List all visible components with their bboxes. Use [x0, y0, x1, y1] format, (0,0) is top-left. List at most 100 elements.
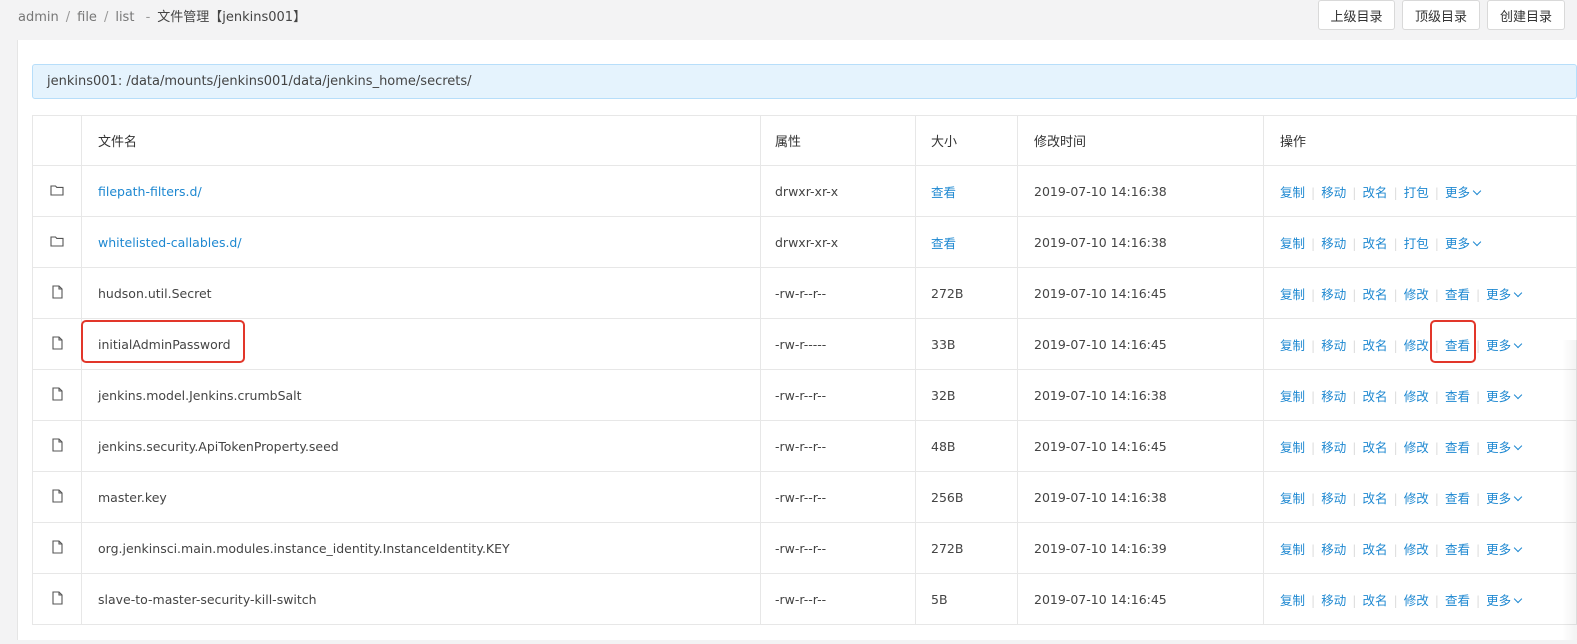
op-view-link[interactable]: 查看 [1445, 338, 1470, 353]
op-more-dropdown[interactable]: 更多 [1486, 542, 1523, 557]
op-rename-link[interactable]: 改名 [1362, 389, 1387, 404]
op-more-dropdown[interactable]: 更多 [1486, 439, 1523, 455]
op-copy-link[interactable]: 复制 [1280, 491, 1305, 506]
file-name: org.jenkinsci.main.modules.instance_iden… [98, 540, 510, 556]
op-divider: | [1434, 592, 1439, 608]
size-view-link[interactable]: 查看 [931, 236, 956, 251]
op-rename-link[interactable]: 改名 [1362, 440, 1387, 455]
op-view-link[interactable]: 查看 [1445, 491, 1470, 506]
row-name: org.jenkinsci.main.modules.instance_iden… [81, 522, 761, 574]
op-divider: | [1311, 439, 1316, 455]
op-copy-link[interactable]: 复制 [1280, 542, 1305, 557]
file-name: jenkins.model.Jenkins.crumbSalt [98, 387, 302, 403]
op-rename-link[interactable]: 改名 [1362, 542, 1387, 557]
op-pack-link[interactable]: 打包 [1404, 185, 1429, 200]
file-table: 文件名 属性 大小 修改时间 操作 filepath-filters.d/drw… [32, 115, 1577, 625]
op-divider: | [1352, 184, 1357, 200]
op-more-label: 更多 [1486, 490, 1512, 506]
row-icon-cell [32, 369, 82, 421]
chevron-down-icon [1513, 492, 1523, 501]
op-edit-link[interactable]: 修改 [1404, 491, 1429, 506]
row-mtime: 2019-07-10 14:16:39 [1017, 522, 1264, 574]
file-icon [51, 539, 63, 557]
op-move-link[interactable]: 移动 [1321, 542, 1346, 557]
op-rename-link[interactable]: 改名 [1362, 287, 1387, 302]
folder-link[interactable]: filepath-filters.d/ [98, 184, 202, 199]
chevron-down-icon [1513, 543, 1523, 552]
op-view-link[interactable]: 查看 [1445, 389, 1470, 404]
op-copy-link[interactable]: 复制 [1280, 593, 1305, 608]
op-more-dropdown[interactable]: 更多 [1445, 185, 1482, 200]
op-more-dropdown[interactable]: 更多 [1486, 490, 1523, 506]
op-divider: | [1434, 286, 1439, 302]
op-view-link[interactable]: 查看 [1445, 440, 1470, 455]
op-divider: | [1352, 337, 1357, 353]
op-copy-link[interactable]: 复制 [1280, 389, 1305, 404]
op-copy-link[interactable]: 复制 [1280, 185, 1305, 200]
op-view-link[interactable]: 查看 [1445, 542, 1470, 557]
op-divider: | [1434, 184, 1439, 200]
op-move-link[interactable]: 移动 [1321, 338, 1346, 353]
op-divider: | [1352, 541, 1357, 557]
breadcrumb-admin[interactable]: admin [18, 10, 59, 25]
header-name[interactable]: 文件名 [81, 115, 761, 166]
op-move-link[interactable]: 移动 [1321, 491, 1346, 506]
op-move-link[interactable]: 移动 [1321, 440, 1346, 455]
op-rename-link[interactable]: 改名 [1362, 236, 1387, 251]
op-copy-link[interactable]: 复制 [1280, 338, 1305, 353]
row-size: 查看 [915, 216, 1018, 268]
edge-shadow [1562, 340, 1577, 640]
breadcrumb-list[interactable]: list [115, 10, 134, 25]
folder-link[interactable]: whitelisted-callables.d/ [98, 235, 242, 250]
op-copy-link[interactable]: 复制 [1280, 440, 1305, 455]
parent-dir-button[interactable]: 上级目录 [1318, 0, 1395, 30]
table-row: slave-to-master-security-kill-switch -rw-… [32, 573, 1577, 625]
op-edit-link[interactable]: 修改 [1404, 338, 1429, 353]
file-icon [51, 488, 63, 506]
op-edit-link[interactable]: 修改 [1404, 440, 1429, 455]
op-copy-link[interactable]: 复制 [1280, 287, 1305, 302]
size-value: 32B [931, 387, 956, 403]
op-edit-link[interactable]: 修改 [1404, 389, 1429, 404]
row-name: jenkins.security.ApiTokenProperty.seed [81, 420, 761, 472]
op-more-dropdown[interactable]: 更多 [1486, 593, 1523, 608]
op-edit-link[interactable]: 修改 [1404, 287, 1429, 302]
row-size: 33B [915, 318, 1018, 370]
op-view-link[interactable]: 查看 [1445, 287, 1470, 302]
root-dir-button[interactable]: 顶级目录 [1402, 0, 1480, 30]
op-more-dropdown[interactable]: 更多 [1445, 236, 1482, 251]
row-size: 32B [915, 369, 1018, 421]
op-edit-link[interactable]: 修改 [1404, 542, 1429, 557]
op-divider: | [1393, 235, 1398, 251]
op-move-link[interactable]: 移动 [1321, 236, 1346, 251]
breadcrumb-file[interactable]: file [77, 10, 97, 25]
op-copy-link[interactable]: 复制 [1280, 236, 1305, 251]
op-rename-link[interactable]: 改名 [1362, 338, 1387, 353]
create-dir-button[interactable]: 创建目录 [1487, 0, 1565, 30]
op-divider: | [1352, 286, 1357, 302]
op-divider: | [1311, 388, 1316, 404]
row-attr: drwxr-xr-x [760, 165, 916, 217]
file-name: hudson.util.Secret [98, 285, 212, 301]
table-row: jenkins.security.ApiTokenProperty.seed -r… [32, 420, 1577, 472]
op-pack-link[interactable]: 打包 [1404, 236, 1429, 251]
row-name[interactable]: whitelisted-callables.d/ [81, 216, 761, 268]
op-rename-link[interactable]: 改名 [1362, 491, 1387, 506]
op-view-link[interactable]: 查看 [1445, 593, 1470, 608]
op-more-label: 更多 [1486, 439, 1512, 455]
table-header-row: 文件名 属性 大小 修改时间 操作 [32, 115, 1577, 166]
op-more-dropdown[interactable]: 更多 [1486, 287, 1523, 302]
op-rename-link[interactable]: 改名 [1362, 593, 1387, 608]
op-rename-link[interactable]: 改名 [1362, 185, 1387, 200]
op-move-link[interactable]: 移动 [1321, 593, 1346, 608]
op-divider: | [1475, 439, 1481, 455]
op-more-dropdown[interactable]: 更多 [1486, 389, 1523, 404]
op-move-link[interactable]: 移动 [1321, 287, 1346, 302]
row-size: 查看 [915, 165, 1018, 217]
size-view-link[interactable]: 查看 [931, 185, 956, 200]
op-edit-link[interactable]: 修改 [1404, 593, 1429, 608]
op-more-dropdown[interactable]: 更多 [1486, 338, 1523, 353]
op-move-link[interactable]: 移动 [1321, 389, 1346, 404]
op-move-link[interactable]: 移动 [1321, 185, 1346, 200]
row-name[interactable]: filepath-filters.d/ [81, 165, 761, 217]
